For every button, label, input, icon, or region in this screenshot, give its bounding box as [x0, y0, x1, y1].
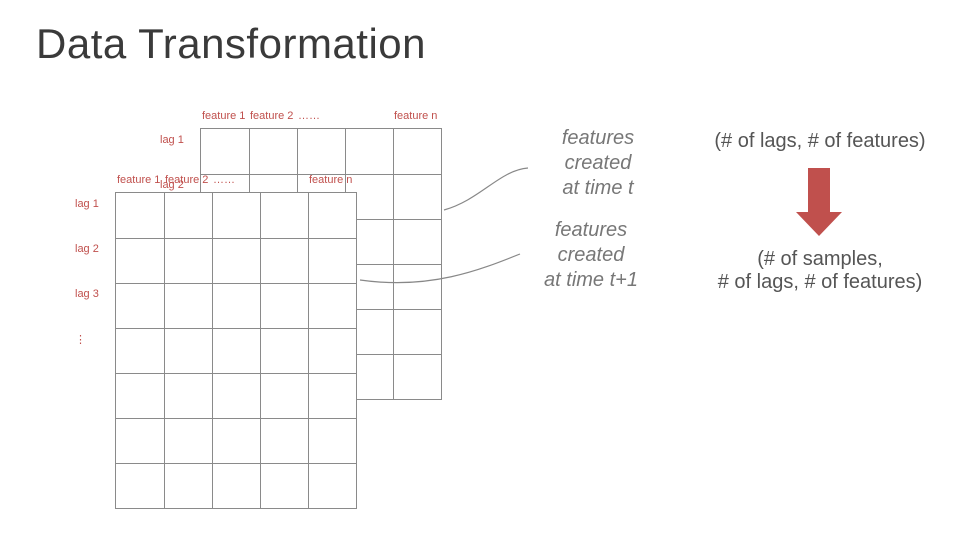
- col-header: feature 1: [202, 110, 245, 122]
- col-header: feature n: [394, 110, 437, 122]
- dims-top: (# of lags, # of features): [700, 130, 940, 153]
- down-arrow-icon: [796, 168, 842, 236]
- col-header: feature 1: [117, 174, 160, 186]
- annotation-time-t: features created at time t: [528, 126, 668, 201]
- row-header: ⋮: [75, 333, 86, 346]
- col-header: feature n: [309, 174, 352, 186]
- row-header: lag 3: [75, 288, 99, 300]
- dims-bottom: (# of samples, # of lags, # of features): [700, 248, 940, 294]
- grid-front: [115, 192, 357, 509]
- row-header: lag 1: [75, 198, 99, 210]
- col-header: feature 2: [165, 174, 208, 186]
- page-title: Data Transformation: [36, 20, 426, 68]
- row-header: lag 1: [160, 134, 184, 146]
- col-header: feature 2: [250, 110, 293, 122]
- annotation-time-t-plus-1: features created at time t+1: [506, 218, 676, 293]
- matrix-time-t-plus-1: feature 1feature 2……feature nlag 1lag 2l…: [115, 192, 357, 509]
- row-header: lag 2: [75, 243, 99, 255]
- col-header: ……: [213, 174, 235, 186]
- col-header: ……: [298, 110, 320, 122]
